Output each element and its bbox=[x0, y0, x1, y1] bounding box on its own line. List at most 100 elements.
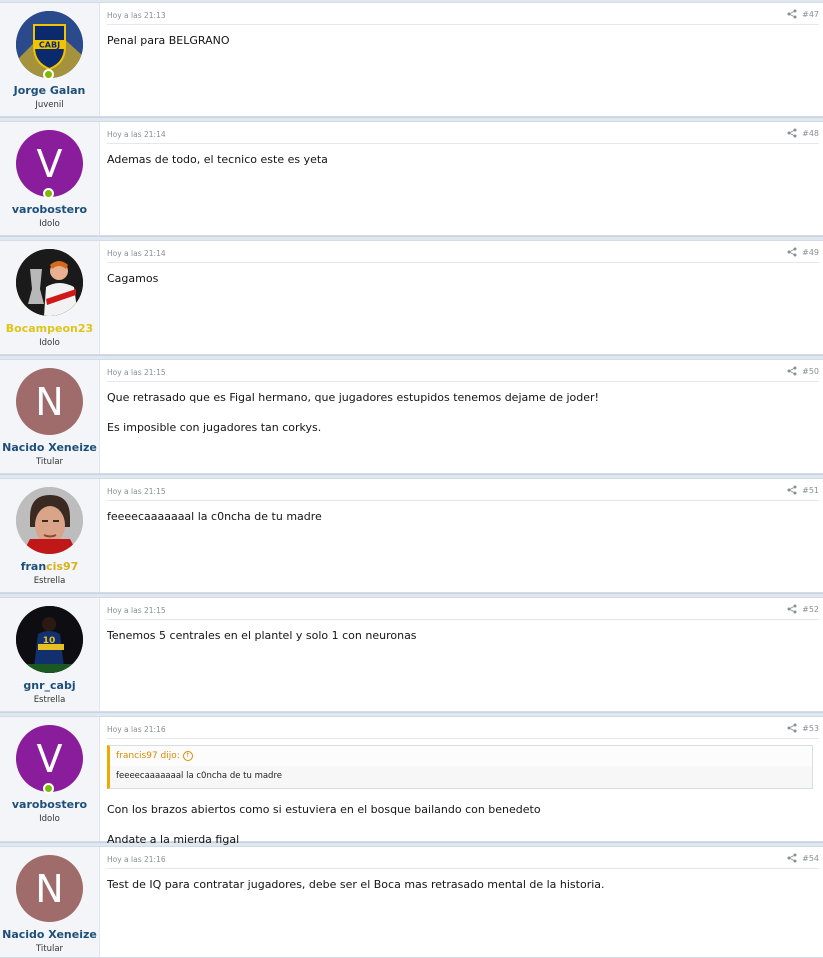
user-title: Titular bbox=[35, 944, 64, 954]
man-photo-icon bbox=[16, 487, 83, 554]
username[interactable]: Nacido Xeneize bbox=[0, 441, 99, 454]
user-title: Idolo bbox=[39, 219, 60, 229]
post-text: Tenemos 5 centrales en el plantel y solo… bbox=[107, 629, 417, 642]
post: V varobostero Idolo Hoy a las 21:16 #53 … bbox=[0, 716, 823, 846]
svg-text:CABJ: CABJ bbox=[39, 41, 60, 50]
arrow-up-icon[interactable]: ↑ bbox=[182, 750, 193, 761]
avatar[interactable]: CABJ bbox=[16, 11, 83, 78]
avatar[interactable] bbox=[16, 249, 83, 316]
username[interactable]: Jorge Galan bbox=[0, 84, 99, 97]
post-date[interactable]: Hoy a las 21:14 bbox=[107, 249, 166, 258]
username[interactable]: Nacido Xeneize bbox=[0, 928, 99, 941]
user-title: Juvenil bbox=[35, 100, 64, 110]
post-number[interactable]: #54 bbox=[802, 854, 819, 863]
post-content: Hoy a las 21:14 #48 Ademas de todo, el t… bbox=[100, 122, 823, 235]
post: Bocampeon23 Idolo Hoy a las 21:14 #49 Ca… bbox=[0, 240, 823, 355]
post-author-panel: V varobostero Idolo bbox=[0, 122, 100, 235]
username[interactable]: gnr_cabj bbox=[0, 679, 99, 692]
post: CABJ Jorge Galan Juvenil Hoy a las 21:13… bbox=[0, 2, 823, 117]
divider bbox=[107, 143, 819, 144]
post-number[interactable]: #48 bbox=[802, 129, 819, 138]
post: francis97 Estrella Hoy a las 21:15 #51 f… bbox=[0, 478, 823, 593]
avatar[interactable]: 10 bbox=[16, 606, 83, 673]
post: V varobostero Idolo Hoy a las 21:14 #48 … bbox=[0, 121, 823, 236]
user-title: Estrella bbox=[33, 695, 66, 705]
post-content: Hoy a las 21:15 #52 Tenemos 5 centrales … bbox=[100, 598, 823, 711]
post-content: Hoy a las 21:16 #54 Test de IQ para cont… bbox=[100, 847, 823, 957]
user-title: Estrella bbox=[33, 576, 66, 586]
post-date[interactable]: Hoy a las 21:13 bbox=[107, 11, 166, 20]
post-date[interactable]: Hoy a las 21:15 bbox=[107, 368, 166, 377]
post-body: feeeecaaaaaaal la c0ncha de tu madre bbox=[107, 509, 813, 539]
post-number[interactable]: #51 bbox=[802, 486, 819, 495]
post: 10 gnr_cabj Estrella Hoy a las 21:15 #52… bbox=[0, 597, 823, 712]
quote-header[interactable]: francis97 dijo: ↑ bbox=[110, 746, 812, 766]
username[interactable]: francis97 bbox=[0, 560, 99, 573]
online-indicator-icon bbox=[43, 188, 54, 199]
online-indicator-icon bbox=[43, 69, 54, 80]
post-text: Cagamos bbox=[107, 272, 159, 285]
post-content: Hoy a las 21:15 #50 Que retrasado que es… bbox=[100, 360, 823, 473]
username-part-2: cis97 bbox=[46, 560, 79, 573]
post-text: feeeecaaaaaaal la c0ncha de tu madre bbox=[107, 510, 322, 523]
post-number[interactable]: #52 bbox=[802, 605, 819, 614]
share-icon[interactable] bbox=[787, 366, 797, 376]
post-number[interactable]: #50 bbox=[802, 367, 819, 376]
avatar[interactable]: V bbox=[16, 725, 83, 792]
post-number[interactable]: #49 bbox=[802, 248, 819, 257]
post-author-panel: 10 gnr_cabj Estrella bbox=[0, 598, 100, 711]
divider bbox=[107, 262, 819, 263]
username[interactable]: varobostero bbox=[0, 798, 99, 811]
divider bbox=[107, 738, 819, 739]
share-icon[interactable] bbox=[787, 723, 797, 733]
post-author-panel: Bocampeon23 Idolo bbox=[0, 241, 100, 354]
share-icon[interactable] bbox=[787, 485, 797, 495]
username-part-1: fran bbox=[20, 560, 47, 573]
quote-author[interactable]: francis97 dijo: bbox=[116, 751, 180, 761]
post-date[interactable]: Hoy a las 21:14 bbox=[107, 130, 166, 139]
post-body: Que retrasado que es Figal hermano, que … bbox=[107, 390, 813, 450]
post-body: Penal para BELGRANO bbox=[107, 33, 813, 63]
post-text: Andate a la mierda figal bbox=[107, 833, 240, 846]
user-title: Idolo bbox=[39, 814, 60, 824]
avatar[interactable]: V bbox=[16, 130, 83, 197]
post-date[interactable]: Hoy a las 21:15 bbox=[107, 487, 166, 496]
username[interactable]: varobostero bbox=[0, 203, 99, 216]
post-number[interactable]: #47 bbox=[802, 10, 819, 19]
divider bbox=[107, 381, 819, 382]
post-author-panel: N Nacido Xeneize Titular bbox=[0, 847, 100, 957]
post-text: Con los brazos abiertos como si estuvier… bbox=[107, 803, 541, 816]
post-body: Tenemos 5 centrales en el plantel y solo… bbox=[107, 628, 813, 658]
post-number[interactable]: #53 bbox=[802, 724, 819, 733]
post-text: Es imposible con jugadores tan corkys. bbox=[107, 421, 322, 434]
username[interactable]: Bocampeon23 bbox=[0, 322, 99, 335]
player-10-photo-icon: 10 bbox=[16, 606, 83, 673]
share-icon[interactable] bbox=[787, 128, 797, 138]
share-icon[interactable] bbox=[787, 853, 797, 863]
online-indicator-icon bbox=[43, 783, 54, 794]
post-text: Ademas de todo, el tecnico este es yeta bbox=[107, 153, 328, 166]
post-content: Hoy a las 21:13 #47 Penal para BELGRANO bbox=[100, 3, 823, 116]
avatar[interactable] bbox=[16, 487, 83, 554]
user-title: Titular bbox=[35, 457, 64, 467]
share-icon[interactable] bbox=[787, 604, 797, 614]
post-content: Hoy a las 21:14 #49 Cagamos bbox=[100, 241, 823, 354]
share-icon[interactable] bbox=[787, 247, 797, 257]
post-date[interactable]: Hoy a las 21:16 bbox=[107, 855, 166, 864]
post-body: Test de IQ para contratar jugadores, deb… bbox=[107, 877, 813, 907]
post-author-panel: V varobostero Idolo bbox=[0, 717, 100, 841]
avatar[interactable]: N bbox=[16, 368, 83, 435]
post-content: Hoy a las 21:16 #53 francis97 dijo: ↑ fe… bbox=[100, 717, 823, 846]
post-text: Penal para BELGRANO bbox=[107, 34, 230, 47]
user-title: Idolo bbox=[39, 338, 60, 348]
post-body: Ademas de todo, el tecnico este es yeta bbox=[107, 152, 813, 182]
post-date[interactable]: Hoy a las 21:16 bbox=[107, 725, 166, 734]
post-text: Que retrasado que es Figal hermano, que … bbox=[107, 391, 599, 404]
divider bbox=[107, 500, 819, 501]
quote-block: francis97 dijo: ↑ feeeecaaaaaaal la c0nc… bbox=[107, 745, 813, 789]
post: N Nacido Xeneize Titular Hoy a las 21:16… bbox=[0, 846, 823, 958]
post-date[interactable]: Hoy a las 21:15 bbox=[107, 606, 166, 615]
avatar[interactable]: N bbox=[16, 855, 83, 922]
share-icon[interactable] bbox=[787, 9, 797, 19]
divider bbox=[107, 619, 819, 620]
